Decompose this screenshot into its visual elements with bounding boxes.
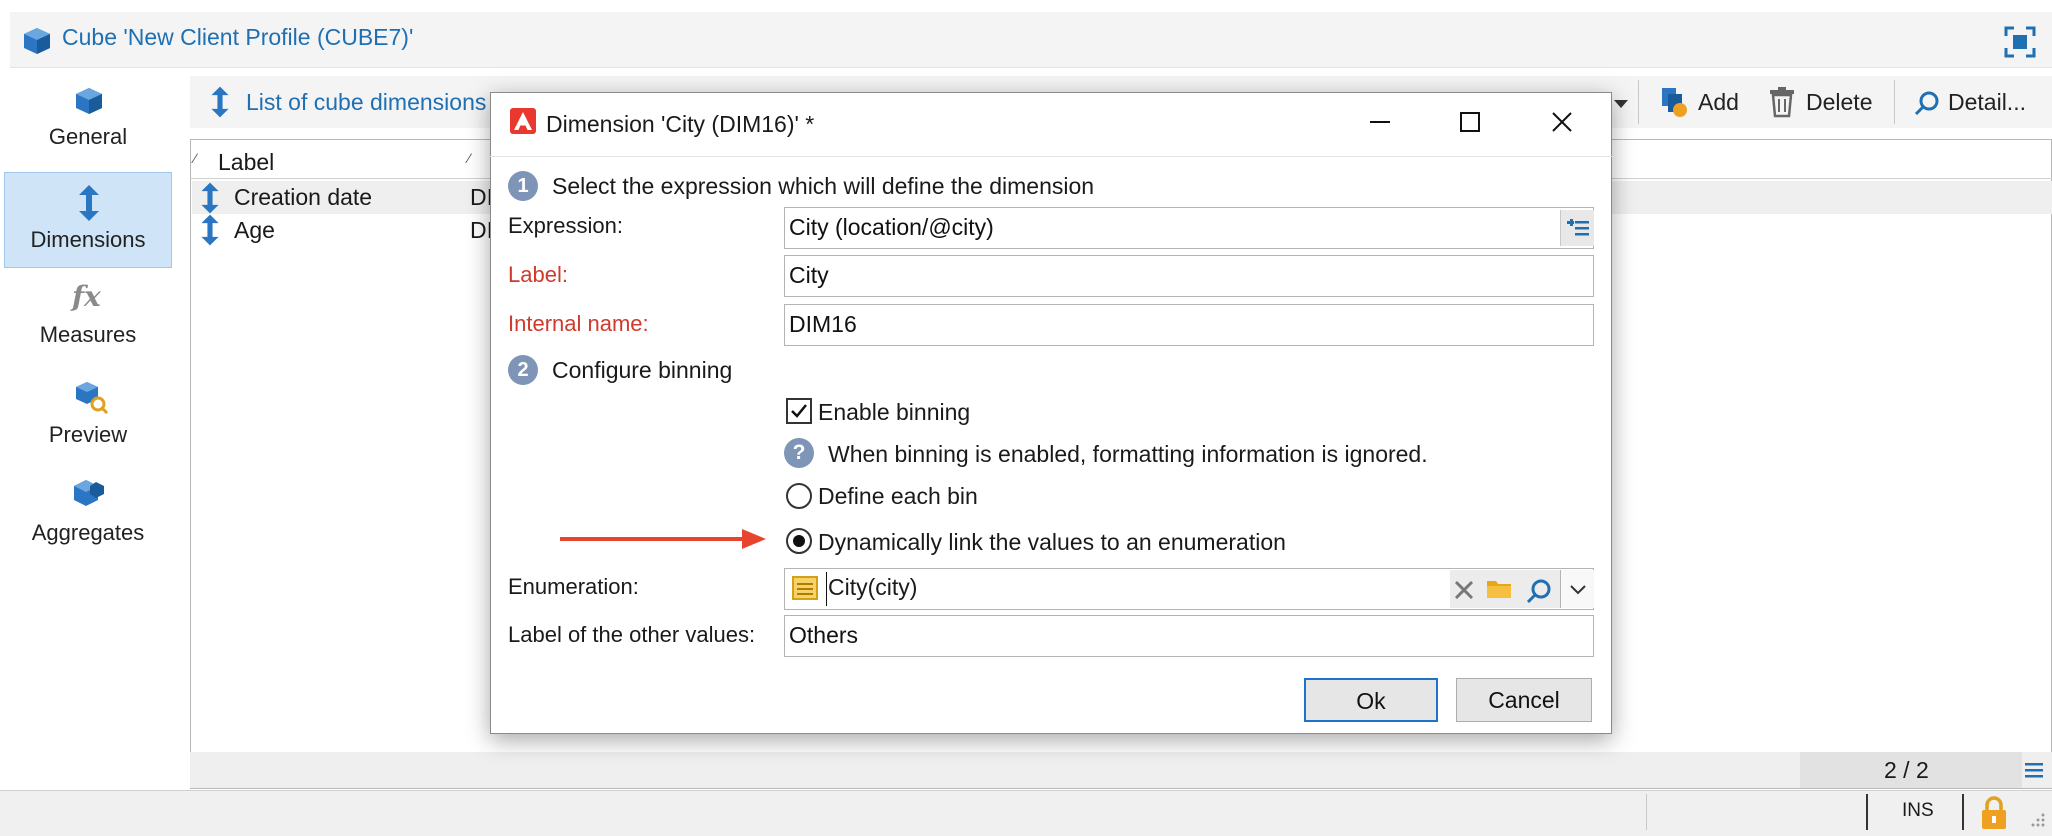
define-each-bin-label: Define each bin xyxy=(818,483,978,509)
info-question-icon: ? xyxy=(784,438,814,468)
enumeration-icon xyxy=(792,576,818,600)
cube-icon xyxy=(74,86,104,116)
add-icon xyxy=(1658,86,1688,118)
cube-icon xyxy=(22,26,52,56)
toolbar-divider xyxy=(1894,80,1895,124)
sort-indicator-icon[interactable]: ⁄ xyxy=(468,150,470,166)
expression-field[interactable]: City (location/@city) xyxy=(784,207,1594,249)
dialog-title-divider xyxy=(490,156,1612,157)
nav-item-label: Aggregates xyxy=(31,520,145,545)
dimensions-arrow-icon xyxy=(75,185,103,221)
list-of-dimensions-title: List of cube dimensions xyxy=(246,89,487,115)
cancel-button[interactable]: Cancel xyxy=(1456,678,1592,722)
step-number-badge: 1 xyxy=(508,171,538,201)
delete-button[interactable]: Delete xyxy=(1766,80,1890,124)
aggregates-icon xyxy=(72,478,106,512)
nav-item-preview[interactable]: Preview xyxy=(4,372,172,468)
dynamic-link-radio[interactable] xyxy=(786,528,812,554)
ok-button[interactable]: Ok xyxy=(1304,678,1438,722)
list-menu-icon[interactable] xyxy=(2024,760,2044,780)
lock-icon xyxy=(1980,796,2008,830)
clear-x-icon[interactable] xyxy=(1452,578,1476,602)
nav-item-general[interactable]: General xyxy=(4,72,172,168)
window-title: Cube 'New Client Profile (CUBE7)' xyxy=(62,24,414,50)
status-divider xyxy=(1962,794,1964,830)
enable-binning-label: Enable binning xyxy=(818,399,971,425)
table-row[interactable]: Age DI xyxy=(192,214,493,247)
other-values-input[interactable]: Others xyxy=(784,615,1594,657)
toolbar-divider xyxy=(1638,80,1639,124)
other-values-label: Label of the other values: xyxy=(508,622,756,647)
dimensions-arrow-icon xyxy=(198,182,222,214)
close-icon[interactable] xyxy=(1550,110,1574,134)
row-label: Age xyxy=(234,217,275,243)
dimensions-arrow-icon xyxy=(208,86,232,118)
nav-item-measures[interactable]: fx Measures xyxy=(4,272,172,368)
row-label: Creation date xyxy=(234,184,373,210)
trash-icon xyxy=(1768,86,1796,118)
delete-label: Delete xyxy=(1806,89,1873,115)
status-bar xyxy=(0,790,2052,836)
define-each-bin-radio[interactable] xyxy=(786,483,812,509)
add-button[interactable]: Add xyxy=(1656,80,1746,124)
text-caret xyxy=(826,572,827,606)
nav-item-aggregates[interactable]: Aggregates xyxy=(4,470,172,566)
grid-footer xyxy=(190,752,2052,788)
nav-item-label: General xyxy=(48,124,128,149)
internal-name-input[interactable]: DIM16 xyxy=(784,304,1594,346)
minimize-icon[interactable] xyxy=(1368,110,1392,134)
enumeration-dropdown-button[interactable] xyxy=(1560,570,1594,608)
maximize-icon[interactable] xyxy=(1458,110,1482,134)
nav-item-label: Preview xyxy=(48,422,128,447)
search-icon xyxy=(1914,90,1940,116)
preview-icon xyxy=(74,380,108,414)
red-arrow-annotation-icon xyxy=(560,529,766,549)
record-count: 2 / 2 xyxy=(1884,757,1929,783)
column-header-label[interactable]: Label xyxy=(218,149,274,176)
nav-item-dimensions[interactable]: Dimensions xyxy=(4,172,172,268)
step-1-text: Select the expression which will define … xyxy=(552,173,1095,199)
status-divider xyxy=(1646,794,1647,830)
dimensions-arrow-icon xyxy=(198,214,222,246)
sort-indicator-icon[interactable]: ⁄ xyxy=(194,150,196,166)
add-label: Add xyxy=(1698,89,1739,115)
fx-icon: fx xyxy=(72,280,101,313)
resize-grip-icon[interactable] xyxy=(2026,810,2046,830)
dynamic-link-label: Dynamically link the values to an enumer… xyxy=(818,529,1286,555)
table-row[interactable]: Creation date DI xyxy=(192,181,493,214)
detail-label: Detail... xyxy=(1948,89,2026,115)
enumeration-input[interactable]: City(city) xyxy=(828,574,917,601)
insert-mode-indicator: INS xyxy=(1902,800,1934,821)
internal-name-label: Internal name: xyxy=(508,311,649,336)
label-input[interactable]: City xyxy=(784,255,1594,297)
step-number-badge: 2 xyxy=(508,355,538,385)
expression-edit-button[interactable] xyxy=(1560,210,1594,246)
dialog-title: Dimension 'City (DIM16)' * xyxy=(546,111,815,137)
adobe-logo-icon xyxy=(510,108,536,134)
label-field-label: Label: xyxy=(508,262,568,287)
nav-item-label: Measures xyxy=(39,322,137,347)
maximize-panel-icon[interactable] xyxy=(2004,26,2036,58)
enable-binning-checkbox[interactable] xyxy=(786,398,812,424)
enumeration-label: Enumeration: xyxy=(508,574,639,599)
status-divider xyxy=(1866,794,1868,830)
step-2-text: Configure binning xyxy=(552,357,733,383)
folder-icon[interactable] xyxy=(1486,576,1512,600)
search-icon[interactable] xyxy=(1526,578,1552,604)
detail-button[interactable]: Detail... xyxy=(1912,80,2052,124)
nav-item-label: Dimensions xyxy=(30,227,146,252)
binning-info-text: When binning is enabled, formatting info… xyxy=(828,441,1428,467)
chevron-down-icon[interactable] xyxy=(1612,98,1630,110)
chevron-down-icon xyxy=(1569,584,1587,596)
expression-label: Expression: xyxy=(508,213,623,238)
